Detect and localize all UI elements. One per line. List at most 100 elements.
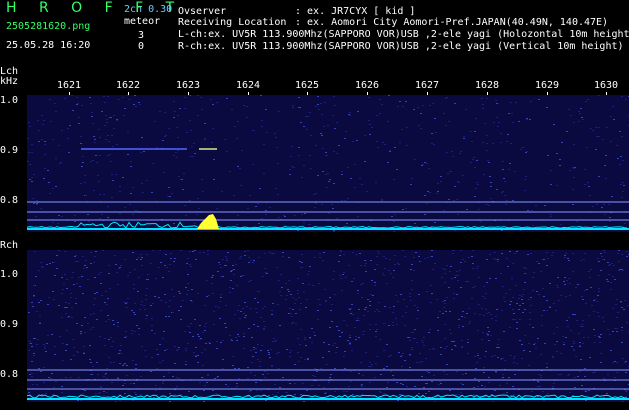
- noise-speck: [41, 266, 43, 267]
- noise-speck: [170, 258, 172, 259]
- noise-speck: [474, 313, 476, 314]
- noise-speck: [236, 386, 238, 387]
- noise-speck: [202, 365, 204, 366]
- noise-speck: [444, 282, 446, 283]
- noise-speck: [540, 271, 542, 272]
- noise-speck: [211, 277, 213, 278]
- rch-receiver-info: R-ch:ex. UV5R 113.900Mhz(SAPPORO VOR)USB…: [178, 41, 624, 52]
- noise-speck: [569, 283, 571, 284]
- noise-speck: [234, 368, 236, 369]
- noise-speck: [189, 264, 191, 265]
- noise-speck: [110, 337, 112, 338]
- noise-speck: [604, 165, 606, 166]
- noise-speck: [274, 384, 276, 385]
- noise-speck: [128, 99, 130, 100]
- noise-speck: [383, 368, 385, 369]
- noise-speck: [398, 352, 400, 353]
- noise-speck: [230, 280, 232, 281]
- noise-speck: [225, 384, 227, 385]
- version-label: 2ch 0.30: [124, 4, 173, 15]
- noise-speck: [617, 312, 619, 313]
- noise-speck: [124, 259, 126, 260]
- noise-speck: [512, 297, 514, 298]
- noise-speck: [470, 162, 472, 163]
- noise-speck: [535, 348, 537, 349]
- noise-speck: [563, 342, 565, 343]
- noise-speck: [425, 393, 427, 394]
- noise-speck: [135, 106, 137, 107]
- noise-speck: [482, 142, 484, 143]
- noise-speck: [536, 261, 538, 262]
- noise-speck: [312, 375, 314, 376]
- noise-speck: [389, 259, 391, 260]
- noise-speck: [260, 390, 262, 391]
- noise-speck: [364, 260, 366, 261]
- noise-speck: [203, 252, 205, 253]
- noise-speck: [309, 155, 311, 156]
- noise-speck: [99, 336, 101, 337]
- noise-speck: [453, 293, 455, 294]
- noise-speck: [553, 383, 555, 384]
- noise-speck: [472, 263, 474, 264]
- noise-speck: [375, 331, 377, 332]
- noise-speck: [31, 302, 33, 303]
- noise-speck: [417, 310, 419, 311]
- noise-speck: [411, 349, 413, 350]
- noise-speck: [140, 394, 142, 395]
- noise-speck: [259, 361, 261, 362]
- noise-speck: [291, 146, 293, 147]
- noise-speck: [443, 113, 445, 114]
- noise-speck: [360, 265, 362, 266]
- noise-speck: [336, 122, 338, 123]
- noise-speck: [458, 394, 460, 395]
- noise-speck: [361, 297, 363, 298]
- noise-speck: [387, 121, 389, 122]
- noise-speck: [559, 165, 561, 166]
- noise-speck: [520, 230, 522, 231]
- noise-speck: [526, 119, 528, 120]
- waterfall-background: [27, 95, 629, 232]
- noise-speck: [53, 299, 55, 300]
- noise-speck: [486, 204, 488, 205]
- freq-tick-label: 1627: [415, 80, 440, 91]
- noise-speck: [145, 356, 147, 357]
- noise-speck: [265, 214, 267, 215]
- noise-speck: [122, 97, 124, 98]
- noise-speck: [506, 392, 508, 393]
- noise-speck: [140, 259, 142, 260]
- noise-speck: [418, 393, 420, 394]
- noise-speck: [502, 374, 504, 375]
- noise-speck: [348, 265, 350, 266]
- noise-speck: [490, 198, 492, 199]
- noise-speck: [474, 131, 476, 132]
- noise-speck: [452, 250, 454, 251]
- noise-speck: [327, 401, 329, 402]
- noise-speck: [320, 133, 322, 134]
- noise-speck: [414, 223, 416, 224]
- noise-speck: [241, 150, 243, 151]
- noise-speck: [306, 390, 308, 391]
- noise-speck: [573, 349, 575, 350]
- noise-speck: [124, 337, 126, 338]
- noise-speck: [428, 391, 430, 392]
- noise-speck: [440, 347, 442, 348]
- noise-speck: [427, 257, 429, 258]
- noise-speck: [605, 178, 607, 179]
- noise-speck: [473, 397, 475, 398]
- noise-speck: [251, 362, 253, 363]
- noise-speck: [338, 145, 340, 146]
- freq-tick-label: 1628: [475, 80, 500, 91]
- noise-speck: [192, 336, 194, 337]
- noise-speck: [140, 376, 142, 377]
- noise-speck: [59, 336, 61, 337]
- noise-speck: [248, 262, 250, 263]
- noise-speck: [70, 297, 72, 298]
- noise-speck: [67, 128, 69, 129]
- noise-speck: [584, 169, 586, 170]
- noise-speck: [509, 327, 511, 328]
- rch-meteor-count: 0: [138, 41, 145, 52]
- noise-speck: [379, 113, 381, 114]
- rch-waterfall-panel: [27, 250, 629, 402]
- noise-speck: [486, 143, 488, 144]
- noise-speck: [260, 317, 262, 318]
